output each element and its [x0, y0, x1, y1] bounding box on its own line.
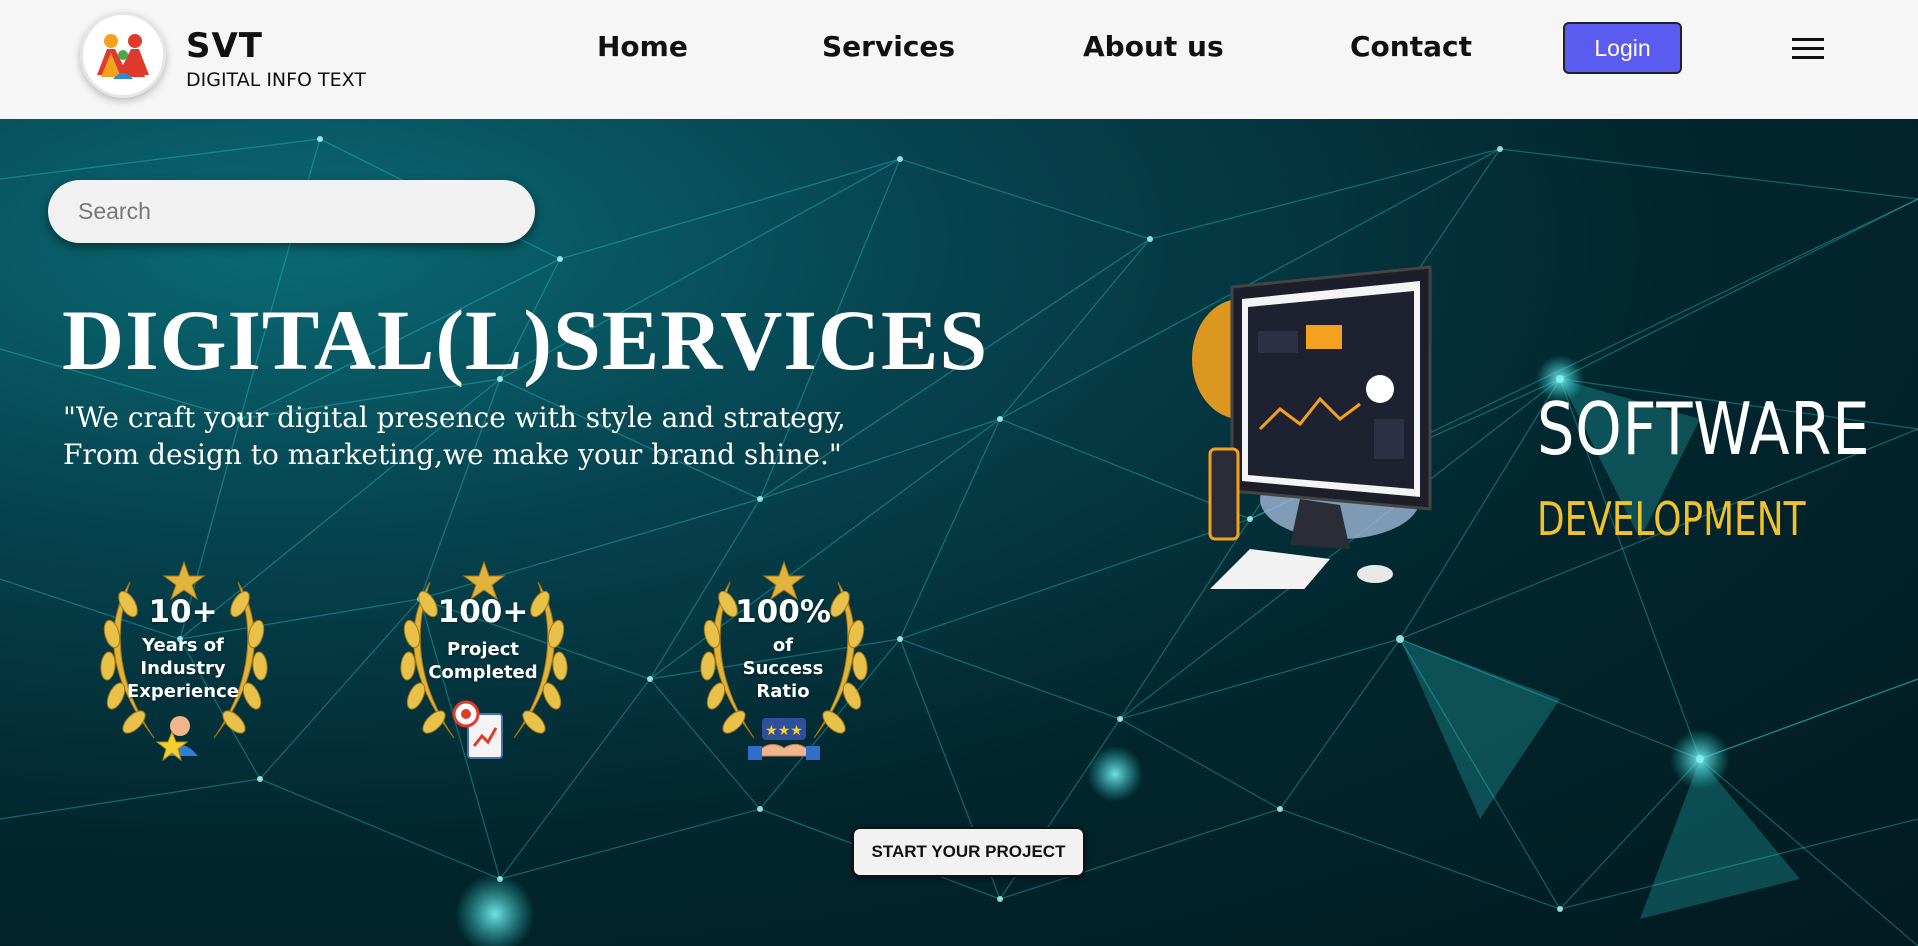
- brand-name: SVT: [186, 26, 263, 66]
- promo-software-text: SOFTWARE: [1537, 387, 1871, 471]
- hero-title: DIGITAL(L)SERVICES: [62, 292, 989, 388]
- badge-experience: 10+ Years of Industry Experience: [68, 542, 298, 772]
- target-clipboard-icon: [452, 700, 503, 759]
- badge-projects-line-1: Project: [446, 639, 520, 660]
- badge-success-line-2: Success: [742, 658, 824, 679]
- nav-about-us[interactable]: About us: [1083, 30, 1224, 63]
- computer-monitor-illustration: [1192, 265, 1432, 589]
- people-group-logo-icon: [97, 34, 149, 79]
- brand-logo[interactable]: [80, 12, 166, 98]
- svg-text:★★★: ★★★: [765, 723, 803, 739]
- brand-tagline: DIGITAL INFO TEXT: [186, 69, 366, 91]
- hero-quote-line-1: "We craft your digital presence with sty…: [63, 401, 846, 434]
- badge-success-value: 100%: [735, 594, 831, 630]
- start-project-button[interactable]: START YOUR PROJECT: [852, 827, 1085, 877]
- hamburger-menu-icon[interactable]: [1792, 38, 1824, 62]
- worker-star-icon: [155, 716, 198, 762]
- hero-section: DIGITAL(L)SERVICES "We craft your digita…: [0, 119, 1918, 946]
- badge-projects-value: 100+: [437, 594, 529, 630]
- nav-contact[interactable]: Contact: [1350, 30, 1472, 63]
- badge-experience-line-3: Experience: [127, 681, 239, 702]
- promo-development-text: DEVELOPMENT: [1537, 492, 1806, 546]
- badge-success: ★★★ 100% of Success Ratio: [668, 542, 898, 772]
- site-header: SVT DIGITAL INFO TEXT Home Services Abou…: [0, 0, 1918, 119]
- hero-quote-line-2: From design to marketing,we make your br…: [63, 438, 842, 471]
- nav-home[interactable]: Home: [597, 30, 688, 63]
- nav-services[interactable]: Services: [822, 30, 955, 63]
- badge-experience-line-2: Industry: [140, 658, 226, 679]
- search-input[interactable]: [48, 180, 535, 243]
- badge-projects: 100+ Project Completed: [368, 542, 598, 772]
- handshake-stars-icon: ★★★: [748, 718, 820, 760]
- badge-experience-line-1: Years of: [142, 635, 224, 656]
- hero-quote: "We craft your digital presence with sty…: [63, 399, 846, 473]
- login-button[interactable]: Login: [1563, 22, 1682, 74]
- badge-success-line-3: Ratio: [756, 681, 810, 702]
- badge-projects-line-2: Completed: [428, 662, 538, 683]
- badge-success-line-1: of: [772, 635, 794, 656]
- badge-experience-value: 10+: [148, 594, 218, 630]
